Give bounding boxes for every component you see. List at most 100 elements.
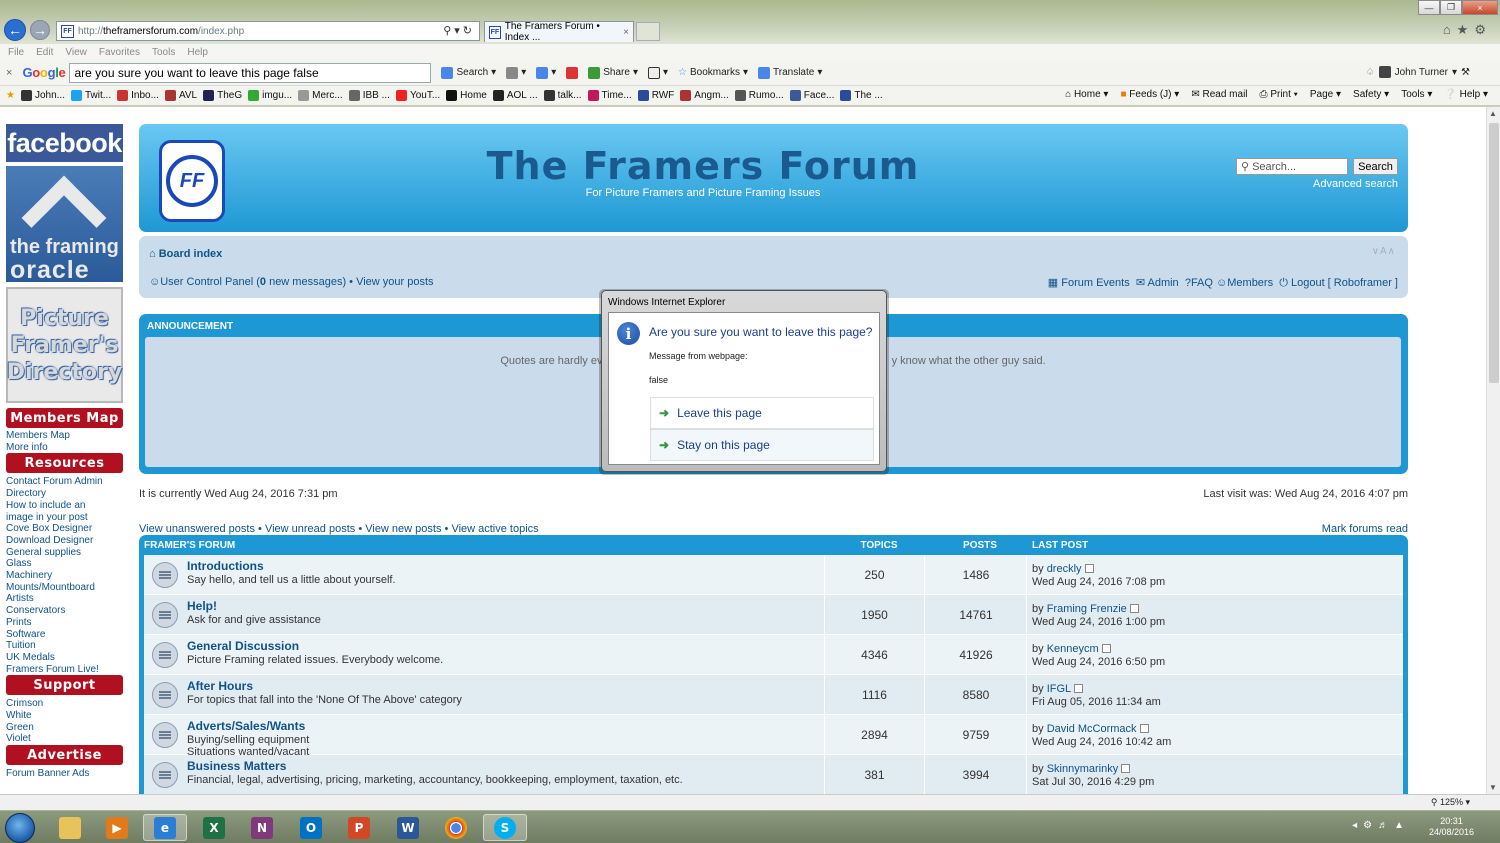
share-button[interactable]: Share ▾ [588, 66, 638, 79]
last-post-author-link[interactable]: dreckly [1047, 563, 1082, 575]
last-post-author-link[interactable]: IFGL [1047, 683, 1071, 695]
toolbar-plus-icon[interactable]: ▾ [536, 66, 556, 79]
menu-view[interactable]: View [65, 47, 87, 58]
google-search-button[interactable]: Search ▾ [441, 66, 496, 79]
taskbar-skype[interactable]: S [483, 814, 527, 841]
fav-item-5[interactable]: imgu... [248, 90, 292, 101]
fav-item-17[interactable]: The ... [840, 90, 883, 101]
view-latest-post-icon[interactable] [1121, 764, 1131, 773]
taskbar-chrome[interactable] [434, 814, 478, 841]
cmd-help[interactable]: ❔ Help ▾ [1444, 89, 1488, 100]
cmd-tools[interactable]: Tools ▾ [1401, 89, 1432, 100]
sidebar-link[interactable]: Crimson [6, 698, 124, 710]
advertise-header[interactable]: Advertise [6, 745, 123, 766]
forum-events-link[interactable]: ▦ Forum Events [1048, 277, 1130, 289]
fav-item-1[interactable]: Twit... [71, 90, 111, 101]
restore-button[interactable]: ❐ [1440, 0, 1462, 15]
faq-link[interactable]: ?FAQ [1185, 277, 1213, 289]
fav-item-10[interactable]: AOL ... [492, 90, 538, 101]
sidebar-link[interactable]: Violet [6, 733, 124, 745]
forum-title-link[interactable]: Business Matters [187, 759, 286, 773]
sidebar-link[interactable]: More info [6, 442, 124, 454]
unread-posts-link[interactable]: View unread posts [265, 523, 355, 535]
sidebar-link[interactable]: Forum Banner Ads [6, 768, 124, 780]
sidebar-link[interactable]: White [6, 710, 124, 722]
taskbar-media-player[interactable]: ▶ [95, 814, 139, 841]
start-button[interactable] [5, 813, 35, 843]
sidebar-link[interactable]: Cove Box Designer [6, 523, 124, 535]
menu-file[interactable]: File [8, 47, 24, 58]
new-posts-link[interactable]: View new posts [365, 523, 441, 535]
sidebar-link[interactable]: Tuition [6, 640, 124, 652]
taskbar-outlook[interactable]: O [289, 814, 333, 841]
zoom-level[interactable]: ⚲ 125% ▾ [1431, 797, 1470, 808]
members-link[interactable]: ☺Members [1216, 277, 1273, 289]
sidebar-link[interactable]: General supplies [6, 547, 124, 559]
page-scrollbar[interactable]: ▲ ▼ [1486, 107, 1500, 794]
directory-banner[interactable]: Picture Framer's Directory [6, 287, 123, 403]
taskbar-excel[interactable]: X [192, 814, 236, 841]
toolbar-window-icon[interactable]: ▾ [647, 66, 668, 79]
address-bar[interactable]: FF http://theframersforum.com/index.php … [56, 21, 480, 41]
minimize-button[interactable]: — [1418, 0, 1440, 15]
fav-item-3[interactable]: AVL [164, 90, 197, 101]
members-map-header[interactable]: Members Map [6, 408, 123, 428]
mark-forums-read-link[interactable]: Mark forums read [1322, 523, 1408, 535]
scroll-up-icon[interactable]: ▲ [1489, 109, 1497, 118]
active-topics-link[interactable]: View active topics [451, 523, 538, 535]
view-latest-post-icon[interactable] [1129, 604, 1139, 613]
cmd-home[interactable]: ⌂ Home ▾ [1065, 89, 1108, 100]
support-header[interactable]: Support [6, 675, 123, 696]
google-account-button[interactable]: ♤ John Turner ▾ ⚒ [1366, 66, 1470, 78]
taskbar-word[interactable]: W [386, 814, 430, 841]
sidebar-link[interactable]: Contact Forum Admin [6, 476, 124, 488]
sidebar-link[interactable]: Download Designer [6, 535, 124, 547]
fav-item-4[interactable]: TheG [203, 90, 242, 101]
section-header[interactable]: FRAMER'S FORUM [144, 540, 235, 551]
forum-search-input[interactable]: ⚲ Search... [1236, 158, 1348, 175]
sidebar-link[interactable]: image in your post [6, 512, 124, 524]
scroll-thumb[interactable] [1489, 123, 1499, 383]
fav-item-8[interactable]: YouT... [395, 90, 440, 101]
sidebar-link[interactable]: UK Medals [6, 652, 124, 664]
menu-edit[interactable]: Edit [36, 47, 53, 58]
system-tray-icons[interactable]: ◂⚙♬▲ [1352, 820, 1410, 831]
cmd-safety[interactable]: Safety ▾ [1353, 89, 1389, 100]
last-post-author-link[interactable]: Skinnymarinky [1047, 763, 1119, 775]
close-window-button[interactable]: × [1462, 0, 1498, 15]
sidebar-link[interactable]: Green [6, 722, 124, 734]
forum-title-link[interactable]: Adverts/Sales/Wants [187, 719, 305, 733]
fav-item-14[interactable]: Angm... [680, 90, 729, 101]
view-latest-post-icon[interactable] [1074, 684, 1084, 693]
sidebar-link[interactable]: How to include an [6, 500, 124, 512]
new-tab-button[interactable] [636, 22, 660, 41]
translate-button[interactable]: Translate ▾ [758, 66, 822, 79]
toolbar-page-icon[interactable]: ▾ [506, 66, 526, 79]
sidebar-link[interactable]: Prints [6, 617, 124, 629]
back-button[interactable]: ← [4, 19, 26, 41]
ucp-link[interactable]: ☺User Control Panel (0 new messages) [149, 276, 346, 288]
view-latest-post-icon[interactable] [1101, 644, 1111, 653]
view-posts-link[interactable]: View your posts [356, 276, 433, 288]
fav-item-12[interactable]: Time... [587, 90, 632, 101]
cmd-feeds[interactable]: ■ Feeds (J) ▾ [1120, 89, 1179, 100]
admin-link[interactable]: ✉ Admin [1136, 277, 1179, 289]
taskbar-powerpoint[interactable]: P [337, 814, 381, 841]
fav-item-9[interactable]: Home [446, 90, 487, 101]
fav-item-2[interactable]: Inbo... [117, 90, 159, 101]
menu-tools[interactable]: Tools [152, 47, 175, 58]
close-tab-icon[interactable]: × [623, 27, 629, 38]
toolbar-gplus-icon[interactable] [566, 66, 579, 79]
cmd-print[interactable]: ⎙ Print ▾ [1260, 89, 1298, 100]
resources-header[interactable]: Resources [6, 453, 123, 474]
sidebar-link[interactable]: Framers Forum Live! [6, 664, 124, 676]
sidebar-link[interactable]: Machinery [6, 570, 124, 582]
sidebar-link[interactable]: Glass [6, 558, 124, 570]
close-toolbar-icon[interactable]: × [6, 67, 12, 79]
fav-item-15[interactable]: Rumo... [734, 90, 784, 101]
tab-framers-forum[interactable]: FF The Framers Forum • Index ... × [484, 21, 634, 43]
sidebar-link[interactable]: Members Map [6, 430, 124, 442]
sidebar-link[interactable]: Mounts/Mountboard [6, 582, 124, 594]
logout-link[interactable]: ⏻ Logout [ Roboframer ] [1279, 277, 1398, 289]
google-search-input[interactable] [69, 62, 432, 83]
